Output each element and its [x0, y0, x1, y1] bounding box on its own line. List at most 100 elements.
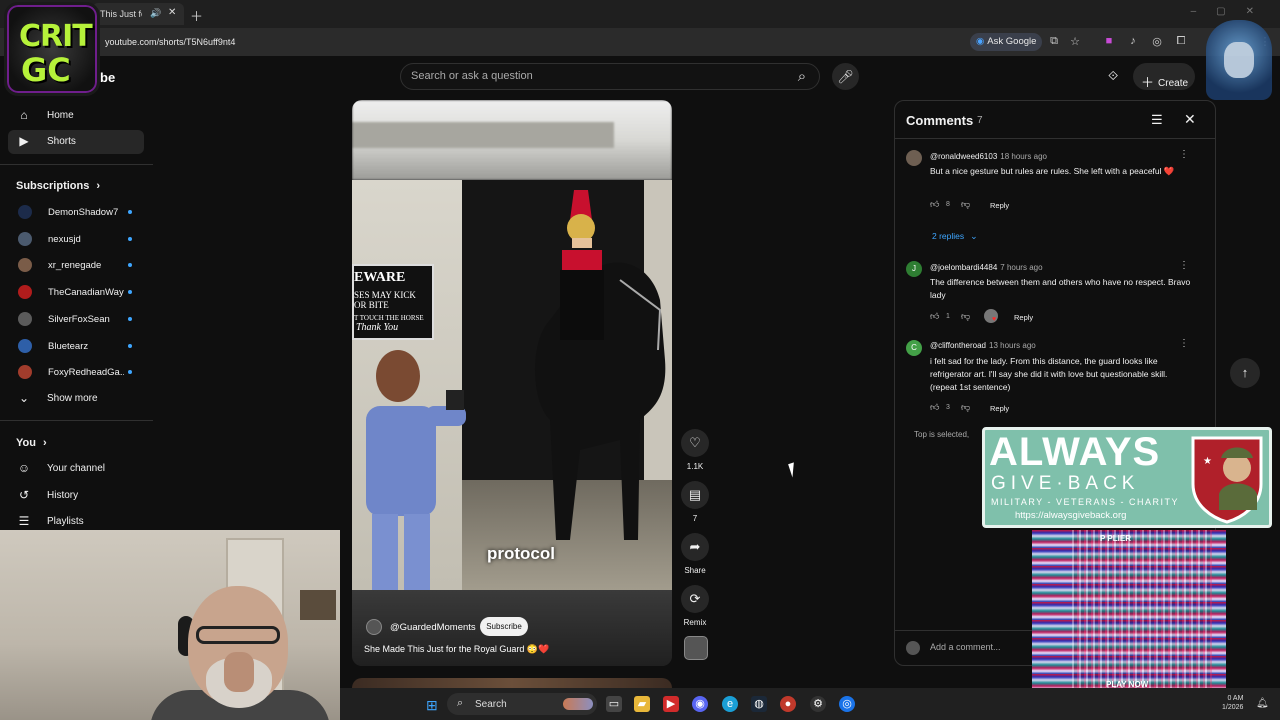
browser-tab[interactable]: This Just for 🔊 ✕	[92, 3, 184, 25]
replies-toggle[interactable]: 2 replies ⌄	[932, 231, 978, 242]
comment-icon[interactable]: ▤	[681, 481, 709, 509]
sidebar-label: Home	[47, 110, 74, 121]
like-icon[interactable]: ♡	[681, 429, 709, 457]
channel-avatar	[18, 231, 32, 246]
reply-button[interactable]: Reply	[990, 201, 1009, 210]
short-video-player[interactable]: EWARE SES MAY KICK OR BITE T TOUCH THE HO…	[352, 100, 672, 666]
sidebar-item-history[interactable]: ↺ History	[8, 484, 144, 508]
comment-avatar[interactable]	[906, 150, 922, 166]
ask-google-button[interactable]: ◉ Ask Google	[970, 33, 1043, 51]
more-icon[interactable]: ⋮	[1179, 338, 1189, 349]
app-pin-icon[interactable]: ●	[780, 696, 796, 712]
dislike-icon[interactable]: 👎︎	[961, 311, 970, 322]
share-icon[interactable]: ➦	[681, 533, 709, 561]
windows-start-icon[interactable]: ⊞	[426, 697, 438, 714]
like-icon[interactable]: 👍︎	[930, 402, 939, 413]
subscriptions-label: Subscriptions	[16, 180, 90, 192]
channel-avatar[interactable]	[366, 619, 382, 635]
create-button[interactable]: ＋ Create	[1133, 63, 1195, 90]
taskbar-search[interactable]: ⌕ Search	[447, 693, 597, 715]
comment-text: The difference between them and others w…	[930, 277, 1191, 300]
remix-icon[interactable]: ⟳	[681, 585, 709, 613]
speaker-icon[interactable]: 🔊	[150, 8, 161, 19]
new-content-dot	[128, 210, 132, 214]
app-gear-icon[interactable]: ⚙	[810, 696, 826, 712]
add-comment-input[interactable]: Add a comment...	[930, 642, 1001, 652]
show-more-label: Show more	[47, 393, 98, 404]
video-top-band	[352, 122, 614, 148]
like-icon[interactable]: 👍︎	[930, 199, 939, 210]
more-icon[interactable]: ⋮	[1179, 260, 1189, 271]
cast-icon[interactable]: ⟐	[1108, 68, 1118, 84]
extensions-puzzle-icon[interactable]: ⧠	[1174, 35, 1188, 48]
search-icon[interactable]: ⌕	[790, 65, 814, 89]
task-view-icon[interactable]: ▭	[606, 696, 622, 712]
url-field[interactable]: youtube.com/shorts/T5N6uff9nt4	[105, 37, 235, 47]
more-icon[interactable]: ⋮	[1179, 149, 1189, 160]
file-explorer-icon[interactable]: ▰	[634, 696, 650, 712]
edge-icon[interactable]: e	[722, 696, 738, 712]
reply-button[interactable]: Reply	[1014, 313, 1033, 322]
extension-icon[interactable]: ■	[1102, 35, 1116, 47]
close-icon[interactable]: ✕	[1184, 111, 1196, 128]
sidebar-subscription[interactable]: Bluetearz	[8, 334, 144, 358]
sidebar-item-home[interactable]: ⌂ Home	[8, 104, 144, 128]
sidebar-subscription[interactable]: FoxyRedheadGa...	[8, 360, 144, 384]
show-more-button[interactable]: ⌄ Show more	[8, 387, 144, 411]
subscribe-button[interactable]: Subscribe	[480, 617, 528, 636]
mic-icon[interactable]: 🎤︎	[832, 63, 859, 90]
window-controls[interactable]: –▢✕	[1191, 6, 1274, 17]
comment-author[interactable]: @cliffontheroad 13 hours ago	[930, 341, 1036, 350]
sidebar-subscription[interactable]: SilverFoxSean	[8, 307, 144, 331]
channel-avatar	[18, 311, 32, 326]
sidebar-subscription[interactable]: nexusjd	[8, 227, 144, 251]
sidebar-subscription[interactable]: DemonShadow7	[8, 200, 144, 224]
comment-count: 7	[692, 514, 698, 523]
webcam-hand	[224, 652, 254, 692]
soldier-shield-logo: ★	[1191, 436, 1263, 524]
like-icon[interactable]: 👍︎	[930, 311, 939, 322]
dislike-icon[interactable]: 👎︎	[961, 402, 970, 413]
sort-icon[interactable]: ☰	[1151, 112, 1163, 128]
arrow-up-icon[interactable]: ↑	[1230, 358, 1260, 388]
sidebar-item-shorts[interactable]: ▶ Shorts	[8, 130, 144, 154]
steam-icon[interactable]: ◍	[751, 696, 767, 712]
you-header[interactable]: You ›	[16, 437, 47, 449]
subscriptions-header[interactable]: Subscriptions ›	[16, 180, 100, 192]
app-red-icon[interactable]: ▶	[663, 696, 679, 712]
dislike-icon[interactable]: 👎︎	[961, 199, 970, 210]
sidebar-subscription[interactable]: TheCanadianWay	[8, 280, 144, 304]
tab-close-icon[interactable]: ✕	[168, 7, 176, 18]
comment-avatar[interactable]: C	[906, 340, 922, 356]
new-content-dot	[128, 290, 132, 295]
media-control-icon[interactable]: ♪	[1126, 35, 1140, 47]
new-tab-button[interactable]: ＋	[190, 6, 203, 25]
channel-name[interactable]: @GuardedMoments	[390, 622, 476, 633]
sidebar-item-your-channel[interactable]: ☺ Your channel	[8, 457, 144, 481]
mascot-face	[1224, 42, 1254, 78]
comment-author[interactable]: @ronaldweed6103 18 hours ago	[930, 152, 1047, 161]
comment-avatar[interactable]: J	[906, 261, 922, 277]
youtube-logo-fragment[interactable]: be	[100, 70, 115, 85]
comment-author[interactable]: @joelombardi4484 7 hours ago	[930, 263, 1043, 272]
vpn-icon[interactable]: ◎	[1150, 35, 1164, 48]
royal-guard-figure	[560, 190, 604, 340]
comment-time: 13 hours ago	[989, 341, 1036, 350]
sidebar-subscription[interactable]: xr_renegade	[8, 253, 144, 277]
notification-icon[interactable]: 🔔︎	[1256, 698, 1269, 709]
create-label: Create	[1158, 78, 1189, 89]
chrome-icon[interactable]: ◎	[839, 696, 855, 712]
sound-avatar[interactable]	[684, 636, 708, 660]
discord-icon[interactable]: ◉	[692, 696, 708, 712]
taskbar-clock[interactable]: 0 AM 1/2026	[1222, 694, 1243, 712]
install-icon[interactable]: ⧉	[1047, 35, 1061, 48]
sign-line2b: OR BITE	[354, 300, 389, 310]
user-icon: ☺	[17, 461, 31, 475]
comment-like-count: 1	[946, 313, 950, 320]
ad-tagline: MILITARY - VETERANS - CHARITY	[991, 497, 1180, 507]
short-title[interactable]: She Made This Just for the Royal Guard 😳…	[364, 644, 549, 655]
sidebar-label: Playlists	[47, 516, 84, 527]
bookmark-star-icon[interactable]: ☆	[1068, 35, 1082, 48]
reply-button[interactable]: Reply	[990, 404, 1009, 413]
heart-icon: ♥	[992, 316, 997, 323]
